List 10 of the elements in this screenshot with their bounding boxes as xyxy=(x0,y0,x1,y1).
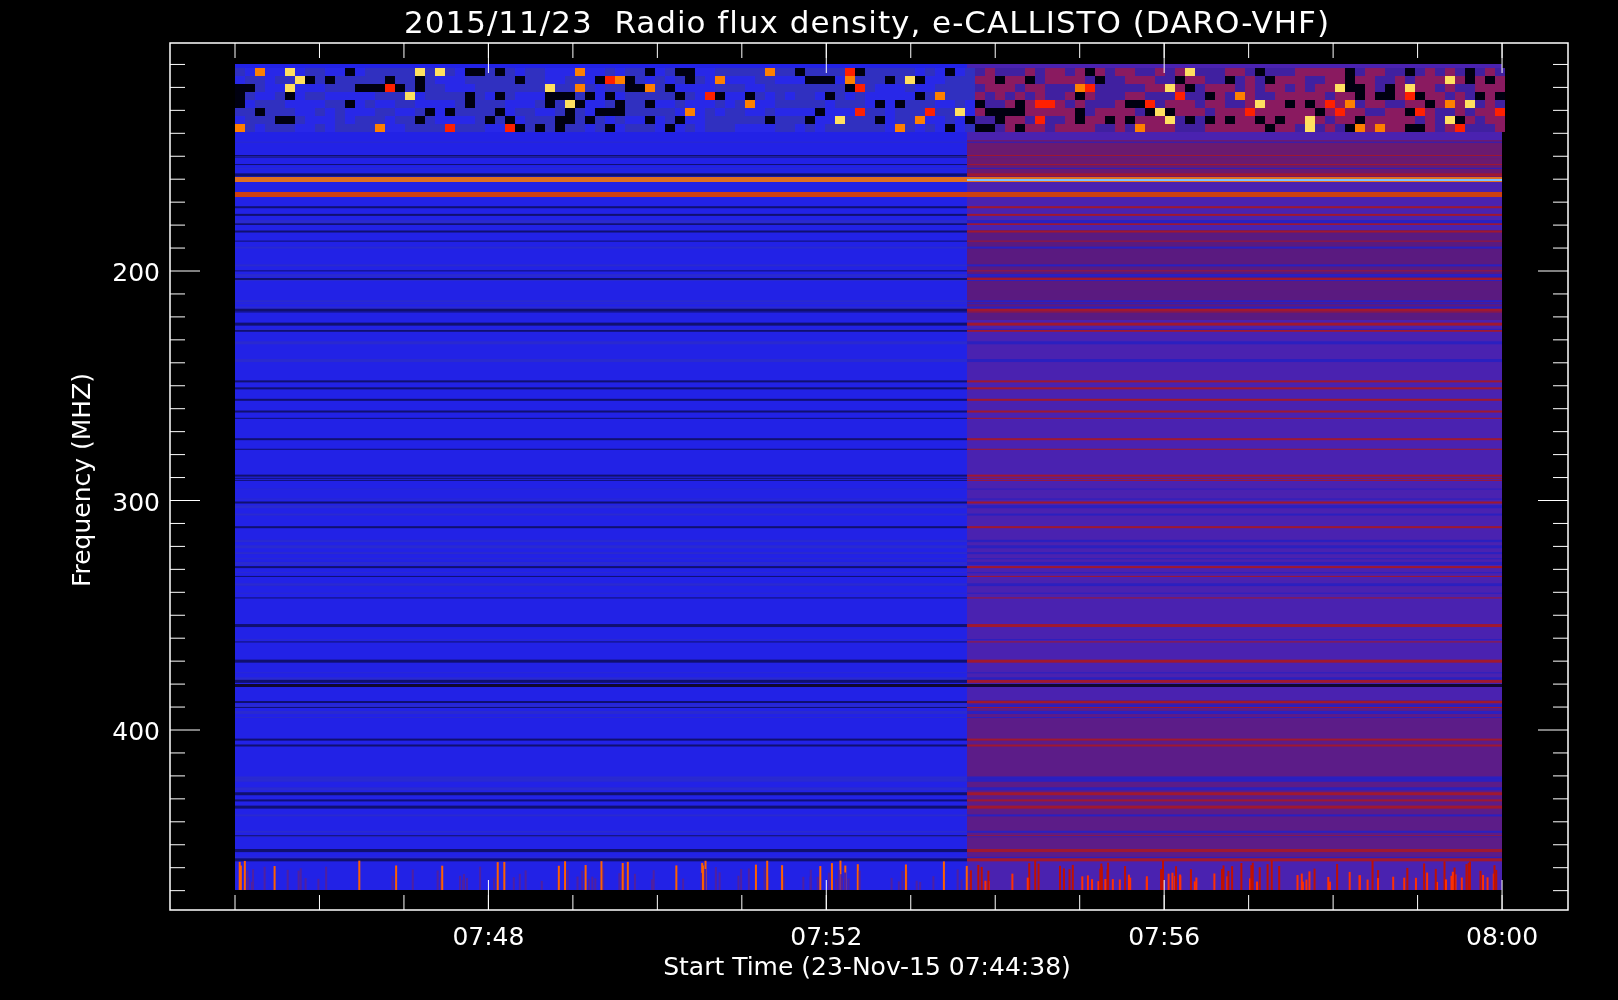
tick-label: 07:52 xyxy=(790,922,863,951)
axis-label: Frequency (MHZ) xyxy=(67,372,96,588)
tick-label: 400 xyxy=(112,717,160,746)
tick-label: 300 xyxy=(112,487,160,517)
axis-label: Start Time (23-Nov-15 07:44:38) xyxy=(663,952,1071,981)
tick-label: 07:48 xyxy=(452,922,525,951)
chart-title: 2015/11/23 Radio flux density, e-CALLISTO (DARO-VHF) xyxy=(404,4,1330,40)
tick-label: 08:00 xyxy=(1466,922,1539,951)
tick-label: 07:56 xyxy=(1128,922,1201,951)
tick-label: 200 xyxy=(112,258,160,287)
